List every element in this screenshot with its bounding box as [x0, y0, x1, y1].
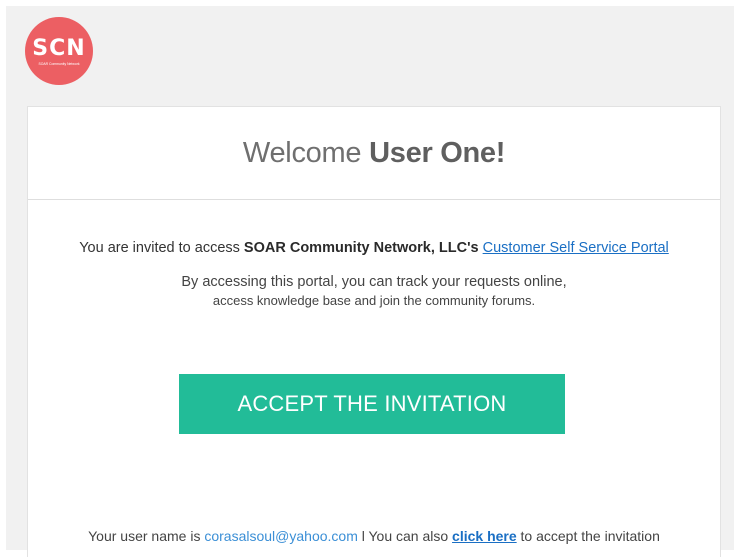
logo-subtext: SOAR Community Network [38, 62, 80, 66]
scn-logo: SCN SOAR Community Network [25, 17, 93, 85]
username-prefix: Your user name is [88, 528, 205, 544]
footer-separator: l You can also [357, 528, 453, 544]
click-here-link[interactable]: click here [452, 528, 517, 544]
footer-message: Your user name is corasalsoul@yahoo.com … [28, 528, 720, 544]
welcome-heading: Welcome User One! [28, 107, 720, 200]
portal-link[interactable]: Customer Self Service Portal [483, 240, 669, 256]
description-line-2: access knowledge base and join the commu… [212, 293, 536, 308]
email-background: SCN SOAR Community Network Welcome User … [6, 6, 734, 557]
invitation-card: Welcome User One! You are invited to acc… [27, 106, 721, 557]
invite-message: You are invited to access SOAR Community… [28, 240, 720, 256]
welcome-prefix: Welcome [242, 136, 362, 169]
accept-invitation-button[interactable]: ACCEPT THE INVITATION [179, 374, 565, 434]
footer-suffix: to accept the invitation [516, 528, 660, 544]
logo-text: SCN [32, 36, 86, 61]
description-line-1: By accessing this portal, you can track … [181, 274, 567, 290]
company-name: SOAR Community Network, LLC's [243, 240, 479, 256]
user-email: corasalsoul@yahoo.com [204, 528, 358, 544]
welcome-user-name: User One! [369, 136, 506, 169]
invite-prefix: You are invited to access [79, 240, 244, 256]
